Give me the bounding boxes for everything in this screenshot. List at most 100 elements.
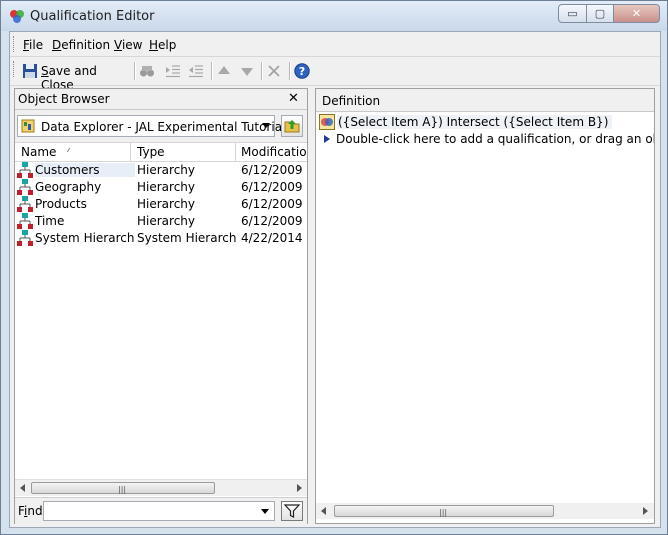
filter-icon bbox=[283, 504, 301, 518]
menu-file[interactable]: File bbox=[23, 38, 43, 52]
find-input[interactable] bbox=[43, 501, 275, 521]
object-list-horizontal-scrollbar[interactable]: ||| bbox=[15, 479, 307, 496]
column-header-name[interactable]: Name bbox=[21, 145, 56, 159]
scroll-right-icon[interactable] bbox=[643, 507, 648, 515]
hierarchy-icon bbox=[17, 230, 33, 246]
object-browser-pane: Object Browser ✕ Data Explorer - JAL Exp… bbox=[14, 88, 308, 524]
toolbar-separator bbox=[134, 62, 136, 80]
column-header-modification[interactable]: Modification bbox=[241, 145, 307, 159]
row-modification: 6/12/2009 3:2 bbox=[241, 163, 307, 177]
scroll-right-icon[interactable] bbox=[297, 484, 302, 492]
move-up-icon[interactable] bbox=[216, 63, 232, 79]
svg-text:?: ? bbox=[299, 65, 305, 78]
chevron-down-icon bbox=[262, 123, 270, 128]
toolbar-grip[interactable] bbox=[13, 61, 17, 77]
definition-horizontal-scrollbar[interactable]: ||| bbox=[316, 503, 654, 519]
object-browser-close-icon[interactable]: ✕ bbox=[288, 91, 299, 106]
menu-view[interactable]: View bbox=[114, 38, 142, 52]
bullet-arrow-icon bbox=[324, 135, 330, 143]
source-selector-area: Data Explorer - JAL Experimental Tutoria… bbox=[15, 110, 307, 142]
save-and-close-button[interactable]: Save and Close bbox=[20, 59, 128, 92]
object-list: Customers Hierarchy 6/12/2009 3:2 Geogra… bbox=[15, 161, 307, 504]
pane-splitter[interactable] bbox=[308, 88, 315, 524]
row-modification: 6/12/2009 3:3 bbox=[241, 180, 307, 194]
column-header-type[interactable]: Type bbox=[137, 145, 165, 159]
folder-up-icon bbox=[284, 120, 300, 133]
help-icon[interactable]: ? bbox=[294, 63, 310, 79]
definition-header: Definition bbox=[316, 89, 654, 112]
column-divider[interactable] bbox=[130, 143, 131, 161]
definition-pane: Definition ({Select Item A}) Intersect (… bbox=[315, 88, 655, 524]
save-icon bbox=[23, 64, 37, 78]
data-explorer-icon bbox=[21, 119, 35, 133]
hierarchy-icon bbox=[17, 162, 33, 178]
hint-text: Double-click here to add a qualification… bbox=[336, 132, 654, 146]
binoculars-icon[interactable] bbox=[139, 63, 155, 79]
app-icon bbox=[10, 10, 24, 23]
expression-text: ({Select Item A}) Intersect ({Select Ite… bbox=[337, 115, 613, 129]
list-item[interactable]: Products Hierarchy 6/12/2009 3:3 bbox=[15, 195, 307, 212]
add-qualification-hint[interactable]: Double-click here to add a qualification… bbox=[324, 131, 654, 149]
scrollbar-thumb[interactable]: ||| bbox=[334, 505, 554, 517]
close-icon: ✕ bbox=[631, 7, 642, 20]
minimize-button[interactable]: ▭ bbox=[558, 4, 587, 23]
row-name: Products bbox=[35, 197, 87, 211]
qualification-editor-window: Qualification Editor ▭ ▢ ✕ File Definiti… bbox=[0, 0, 668, 535]
list-item[interactable]: Geography Hierarchy 6/12/2009 3:3 bbox=[15, 178, 307, 195]
move-down-icon[interactable] bbox=[239, 63, 255, 79]
hierarchy-icon bbox=[17, 196, 33, 212]
object-browser-title: Object Browser bbox=[18, 92, 110, 106]
minimize-icon: ▭ bbox=[567, 7, 578, 20]
up-folder-button[interactable] bbox=[281, 115, 303, 137]
scroll-left-icon[interactable] bbox=[20, 484, 25, 492]
menu-definition[interactable]: Definition bbox=[52, 38, 110, 52]
toolbar: Save and Close ? bbox=[10, 57, 660, 92]
menu-bar: File Definition View Help bbox=[10, 32, 660, 57]
sort-indicator-icon bbox=[66, 148, 77, 152]
scrollbar-grip: ||| bbox=[439, 508, 448, 517]
scrollbar-thumb[interactable]: ||| bbox=[31, 482, 215, 494]
toolbar-separator bbox=[261, 62, 263, 80]
row-modification: 6/12/2009 2:4 bbox=[241, 214, 307, 228]
column-divider[interactable] bbox=[235, 143, 236, 161]
intersect-icon bbox=[319, 114, 335, 130]
list-item[interactable]: System Hierarchy System Hierarchy 4/22/2… bbox=[15, 229, 307, 246]
outdent-icon[interactable] bbox=[188, 63, 204, 79]
maximize-button[interactable]: ▢ bbox=[586, 4, 614, 23]
data-source-dropdown[interactable]: Data Explorer - JAL Experimental Tutoria… bbox=[17, 115, 285, 137]
title-bar[interactable]: Qualification Editor ▭ ▢ ✕ bbox=[1, 1, 667, 31]
toolbar-separator bbox=[211, 62, 213, 80]
object-list-header: Name Type Modification bbox=[15, 142, 307, 162]
definition-title: Definition bbox=[322, 94, 381, 108]
find-bar: Find: bbox=[15, 497, 307, 524]
row-type: Hierarchy bbox=[137, 163, 196, 177]
chevron-down-icon[interactable] bbox=[261, 509, 269, 514]
window-title: Qualification Editor bbox=[30, 9, 155, 24]
indent-icon[interactable] bbox=[165, 63, 181, 79]
data-source-value: Data Explorer - JAL Experimental Tutoria… bbox=[41, 120, 286, 134]
row-name: Geography bbox=[35, 180, 102, 194]
menu-grip[interactable] bbox=[13, 36, 17, 52]
row-type: Hierarchy bbox=[137, 180, 196, 194]
client-area: File Definition View Help Save and Close bbox=[9, 31, 661, 528]
row-modification: 4/22/2014 9:5 bbox=[241, 231, 307, 245]
list-item[interactable]: Customers Hierarchy 6/12/2009 3:2 bbox=[15, 161, 307, 178]
row-name: Time bbox=[35, 214, 65, 228]
list-item[interactable]: Time Hierarchy 6/12/2009 2:4 bbox=[15, 212, 307, 229]
row-type: System Hierarchy bbox=[137, 231, 237, 245]
row-type: Hierarchy bbox=[137, 197, 196, 211]
filter-button[interactable] bbox=[281, 501, 303, 521]
row-name: Customers bbox=[35, 163, 135, 177]
maximize-icon: ▢ bbox=[594, 7, 606, 20]
row-name: System Hierarchy bbox=[35, 231, 135, 245]
row-modification: 6/12/2009 3:3 bbox=[241, 197, 307, 211]
scroll-left-icon[interactable] bbox=[321, 507, 326, 515]
close-button[interactable]: ✕ bbox=[613, 4, 660, 23]
toolbar-separator bbox=[289, 62, 291, 80]
delete-icon[interactable] bbox=[266, 63, 282, 79]
hierarchy-icon bbox=[17, 179, 33, 195]
object-browser-header: Object Browser ✕ bbox=[15, 89, 307, 110]
scrollbar-grip: ||| bbox=[118, 485, 127, 494]
hierarchy-icon bbox=[17, 213, 33, 229]
menu-help[interactable]: Help bbox=[149, 38, 176, 52]
